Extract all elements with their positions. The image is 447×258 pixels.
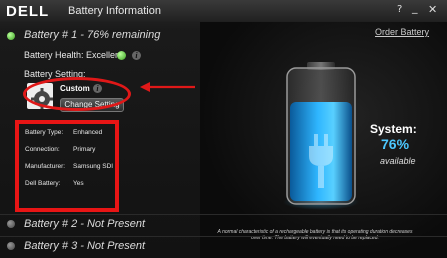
window-title: Battery Information [68, 5, 161, 17]
status-dot-icon [7, 220, 15, 228]
detail-key: Dell Battery: [25, 180, 61, 187]
battery-information-window: DELL Battery Information ? _ ✕ Battery #… [0, 0, 447, 258]
battery-gauge [283, 62, 359, 210]
detail-key: Connection: [25, 146, 60, 153]
title-bar: DELL Battery Information ? _ ✕ [0, 0, 447, 22]
system-status: available [380, 156, 416, 166]
system-percent: 76% [381, 136, 410, 152]
battery-health-label: Battery Health: Excellent [24, 50, 123, 60]
status-dot-icon [7, 242, 15, 250]
battery-3-header[interactable]: Battery # 3 - Not Present [0, 236, 447, 255]
detail-value: Enhanced [73, 129, 103, 136]
order-battery-link[interactable]: Order Battery [375, 27, 429, 37]
info-icon[interactable]: i [132, 51, 141, 60]
battery-3-title: Battery # 3 - Not Present [24, 240, 146, 252]
dell-logo: DELL [6, 3, 50, 20]
system-label: System: [370, 122, 417, 136]
help-button[interactable]: ? [397, 4, 402, 15]
detail-value: Primary [73, 146, 96, 153]
close-button[interactable]: ✕ [428, 3, 437, 16]
annotation-oval [23, 77, 131, 111]
minimize-button[interactable]: _ [412, 1, 418, 14]
check-icon [117, 51, 126, 60]
detail-value: Samsung SDI [73, 163, 114, 170]
annotation-arrow [140, 82, 195, 92]
battery-2-header[interactable]: Battery # 2 - Not Present [0, 214, 447, 233]
battery-1-title: Battery # 1 - 76% remaining [24, 29, 161, 41]
detail-key: Manufacturer: [25, 163, 66, 170]
detail-key: Battery Type: [25, 129, 64, 136]
detail-value: Yes [73, 180, 84, 187]
battery-2-title: Battery # 2 - Not Present [24, 218, 146, 230]
status-dot-icon [7, 32, 15, 40]
